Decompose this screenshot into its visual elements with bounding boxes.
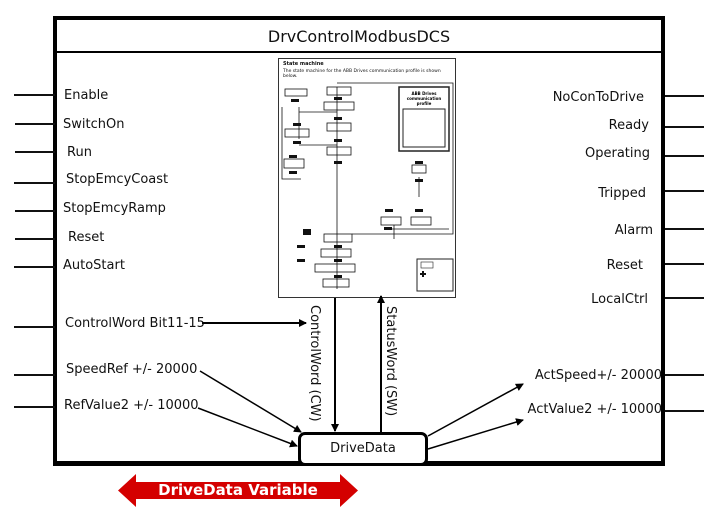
speedref-arrow: [199, 370, 302, 433]
controlword-label: ControlWord (CW): [307, 305, 322, 422]
drivedata-variable-label: DriveData Variable: [158, 481, 318, 499]
drivedata-box[interactable]: DriveData: [298, 432, 428, 466]
refvalue2-arrow: [197, 407, 298, 448]
actvalue2-arrow: [427, 418, 524, 450]
actspeed-arrow: [427, 383, 524, 437]
statusword-label: StatusWord (SW): [383, 306, 398, 417]
